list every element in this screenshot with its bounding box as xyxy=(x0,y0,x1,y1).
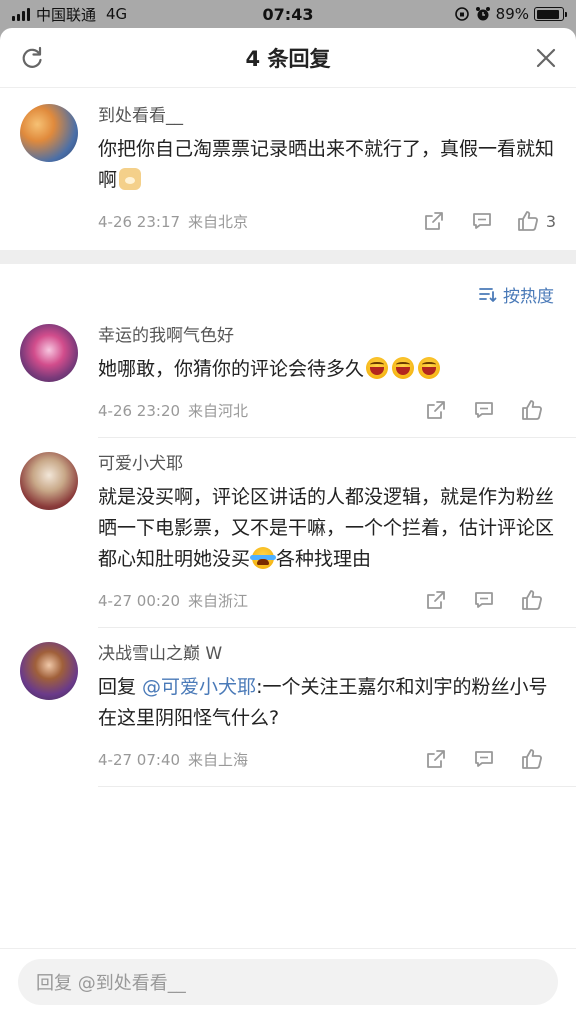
reply-item: 幸运的我啊气色好 她哪敢，你猜你的评论会待多久 4-26 23:20 来自河北 xyxy=(0,324,576,423)
like-button[interactable] xyxy=(508,587,556,613)
like-count: 3 xyxy=(545,211,556,231)
reply-actions xyxy=(412,746,556,772)
section-separator xyxy=(0,250,576,264)
carrier-label: 中国联通 xyxy=(36,5,97,24)
close-icon xyxy=(536,48,556,68)
reply-location: 来自上海 xyxy=(188,750,249,769)
comment-meta: 4-26 23:17 来自北京 3 xyxy=(98,208,556,234)
close-button[interactable] xyxy=(530,42,562,74)
mention-link[interactable]: @可爱小犬耶 xyxy=(142,676,256,698)
battery-percent: 89% xyxy=(495,5,529,23)
reply-text-tail: 各种找理由 xyxy=(276,548,372,570)
comment-icon xyxy=(475,402,493,418)
refresh-icon xyxy=(22,46,42,68)
comment-date: 4-26 23:17 xyxy=(98,212,181,231)
reply-date: 4-26 23:20 xyxy=(98,401,181,420)
reply-meta: 4-26 23:20 来自河北 xyxy=(98,397,556,423)
reply-meta: 4-27 07:40 来自上海 xyxy=(98,746,556,772)
comment-button[interactable] xyxy=(458,208,506,234)
comment-icon xyxy=(475,751,493,767)
thumbs-up-icon xyxy=(522,749,542,769)
reply-date: 4-27 00:20 xyxy=(98,591,181,610)
reply-location: 来自河北 xyxy=(188,401,249,420)
main-comment: 到处看看__ 你把你自己淘票票记录晒出来不就行了，真假一看就知啊 4-26 23… xyxy=(0,88,576,234)
reply-time: 4-26 23:20 来自河北 xyxy=(98,400,248,421)
alarm-icon xyxy=(475,7,490,21)
comment-text-content: 你把你自己淘票票记录晒出来不就行了，真假一看就知啊 xyxy=(98,138,555,191)
like-button[interactable]: 3 xyxy=(516,208,556,234)
thumbs-up-icon xyxy=(522,400,542,420)
sheet-title: 4 条回复 xyxy=(245,46,331,71)
reply-actions xyxy=(412,397,556,423)
like-button[interactable] xyxy=(508,746,556,772)
share-button[interactable] xyxy=(410,208,458,234)
reply-location: 来自浙江 xyxy=(188,591,249,610)
reply-time: 4-27 07:40 来自上海 xyxy=(98,749,248,770)
thumbs-up-icon xyxy=(522,590,542,610)
sheet-header: 4 条回复 xyxy=(0,28,576,88)
reply-date: 4-27 07:40 xyxy=(98,750,181,769)
share-button[interactable] xyxy=(412,746,460,772)
reply-username[interactable]: 可爱小犬耶 xyxy=(98,452,556,476)
comment-username[interactable]: 到处看看__ xyxy=(98,104,556,128)
thumbs-up-icon xyxy=(517,211,538,231)
reply-text-content: 她哪敢，你猜你的评论会待多久 xyxy=(98,358,365,380)
cry-laugh-emoji-icon xyxy=(250,547,277,569)
comment-location: 来自北京 xyxy=(188,212,249,231)
comment-time: 4-26 23:17 来自北京 xyxy=(98,211,248,232)
sort-toggle[interactable]: 按热度 xyxy=(0,264,576,324)
reply-text: 回复 @可爱小犬耶:一个关注王嘉尔和刘宇的粉丝小号在这里阴阳怪气什么? xyxy=(98,672,556,734)
reply-text: 她哪敢，你猜你的评论会待多久 xyxy=(98,354,556,385)
share-icon xyxy=(427,750,445,768)
comment-button[interactable] xyxy=(460,746,508,772)
reply-bar: 回复 @到处看看__ xyxy=(0,948,576,1024)
orientation-lock-icon xyxy=(454,7,469,21)
battery-icon xyxy=(534,7,567,21)
like-button[interactable] xyxy=(508,397,556,423)
signal-icon xyxy=(12,7,30,21)
avatar[interactable] xyxy=(20,104,78,162)
battery-level xyxy=(536,9,559,19)
reply-input[interactable]: 回复 @到处看看__ xyxy=(18,959,558,1005)
laugh-emoji-icon xyxy=(418,357,441,379)
share-button[interactable] xyxy=(412,587,460,613)
comment-actions: 3 xyxy=(410,208,556,234)
comment-button[interactable] xyxy=(460,587,508,613)
sort-icon xyxy=(479,288,497,302)
reply-prefix: 回复 xyxy=(98,676,143,698)
comment-text: 你把你自己淘票票记录晒出来不就行了，真假一看就知啊 xyxy=(98,134,556,196)
reply-username[interactable]: 决战雪山之巅 W xyxy=(98,642,556,666)
laugh-emoji-icon xyxy=(366,357,389,379)
divider xyxy=(98,786,576,787)
comment-icon xyxy=(472,213,491,229)
share-icon xyxy=(427,591,445,609)
share-icon xyxy=(427,401,445,419)
comment-icon xyxy=(475,592,493,608)
doge-emoji-icon xyxy=(119,168,142,190)
share-icon xyxy=(424,212,443,230)
replies-sheet: 4 条回复 到处看看__ 你把你自己淘票票记录晒出来不就行了，真假一看就知啊 4… xyxy=(0,28,576,1024)
sort-label: 按热度 xyxy=(503,286,554,307)
reply-actions xyxy=(412,587,556,613)
status-left: 中国联通 4G xyxy=(12,4,127,25)
share-button[interactable] xyxy=(412,397,460,423)
network-label: 4G xyxy=(106,5,128,23)
status-right: 89% xyxy=(454,5,567,23)
reply-time: 4-27 00:20 来自浙江 xyxy=(98,590,248,611)
avatar[interactable] xyxy=(20,452,78,510)
reply-username[interactable]: 幸运的我啊气色好 xyxy=(98,324,556,348)
avatar[interactable] xyxy=(20,324,78,382)
laugh-emoji-icon xyxy=(392,357,415,379)
reply-item: 可爱小犬耶 就是没买啊，评论区讲话的人都没逻辑，就是作为粉丝晒一下电影票，又不是… xyxy=(0,438,576,613)
refresh-button[interactable] xyxy=(16,42,48,74)
reply-text: 就是没买啊，评论区讲话的人都没逻辑，就是作为粉丝晒一下电影票，又不是干嘛，一个个… xyxy=(98,482,556,575)
comment-button[interactable] xyxy=(460,397,508,423)
reply-item: 决战雪山之巅 W 回复 @可爱小犬耶:一个关注王嘉尔和刘宇的粉丝小号在这里阴阳怪… xyxy=(0,628,576,772)
reply-meta: 4-27 00:20 来自浙江 xyxy=(98,587,556,613)
status-bar: 中国联通 4G 07:43 89% xyxy=(0,0,576,28)
avatar[interactable] xyxy=(20,642,78,700)
